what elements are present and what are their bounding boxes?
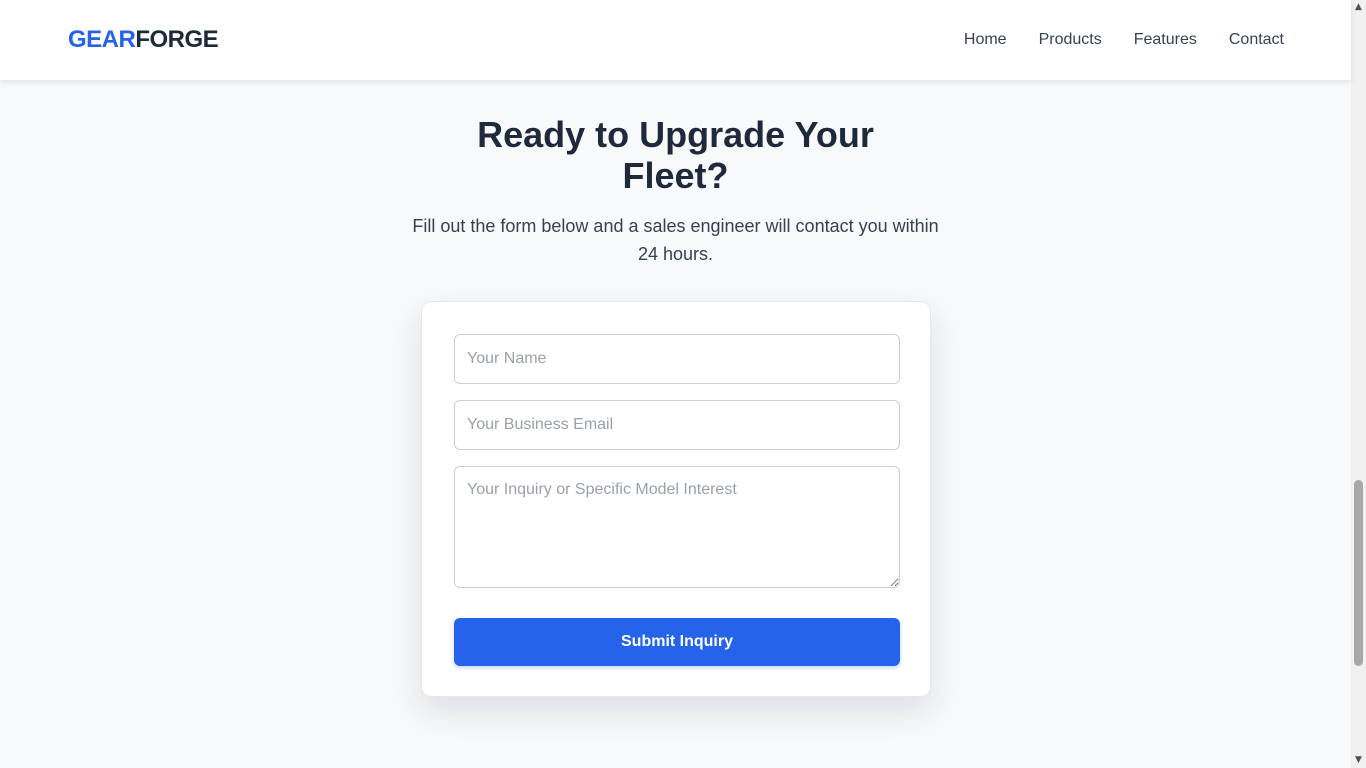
page: GEARFORGE Home Products Features Contact… [0, 0, 1351, 768]
site-header: GEARFORGE Home Products Features Contact [0, 0, 1351, 80]
page-subtitle: Fill out the form below and a sales engi… [412, 216, 939, 264]
nav-link-features[interactable]: Features [1134, 31, 1197, 49]
name-input[interactable] [454, 334, 900, 384]
submit-inquiry-button[interactable]: Submit Inquiry [454, 618, 900, 666]
logo-forge-text: FORGE [135, 26, 219, 53]
inquiry-textarea[interactable] [454, 466, 900, 588]
page-title: Ready to Upgrade Your Fleet? [477, 114, 874, 196]
scroll-up-arrow-icon[interactable]: ▲ [1351, 0, 1366, 15]
page-scrollbar[interactable]: ▲ ▼ [1351, 0, 1366, 768]
nav-link-products[interactable]: Products [1039, 31, 1102, 49]
scrollbar-thumb[interactable] [1354, 480, 1363, 666]
business-email-input[interactable] [454, 400, 900, 450]
inquiry-form-card: Submit Inquiry [421, 301, 931, 697]
scroll-down-arrow-icon[interactable]: ▼ [1351, 753, 1366, 768]
nav-link-home[interactable]: Home [964, 31, 1007, 49]
main-nav: Home Products Features Contact [964, 0, 1284, 80]
nav-link-contact[interactable]: Contact [1229, 31, 1284, 49]
logo-gear-text: GEAR [68, 26, 136, 53]
logo[interactable]: GEARFORGE [68, 26, 219, 54]
